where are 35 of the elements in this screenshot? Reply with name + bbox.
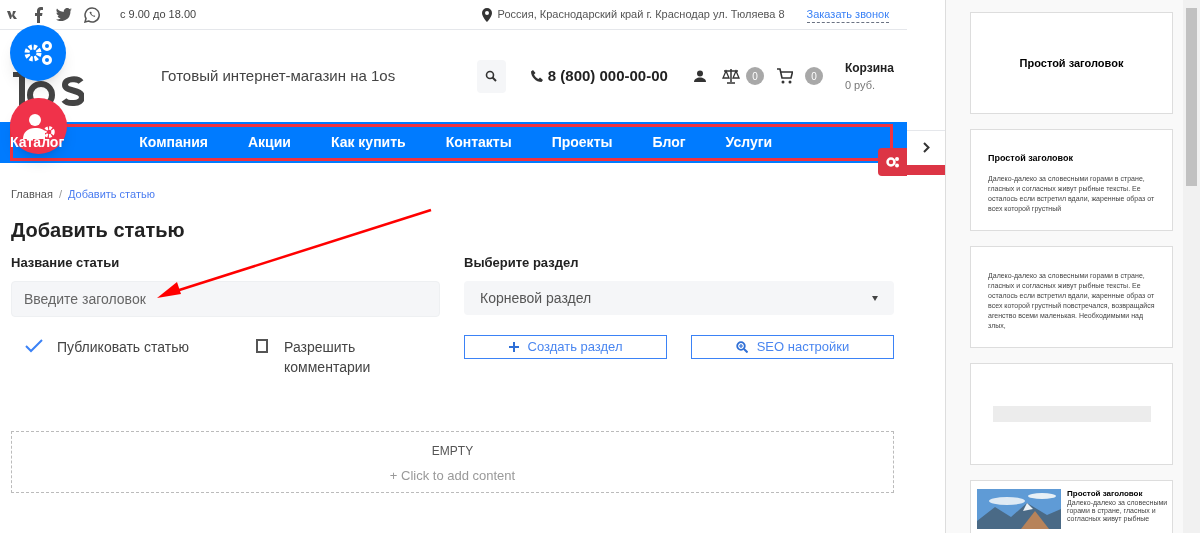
seo-settings-button[interactable]: SEO настройки (691, 335, 894, 359)
title-input-field[interactable]: Введите заголовок (11, 281, 440, 317)
cart-count-badge: 0 (804, 67, 823, 85)
card-heading: Простой заголовок (1067, 489, 1144, 499)
phone-number[interactable]: 8 (800) 000-00-00 (547, 64, 668, 88)
working-hours: с 9.00 до 18.00 (120, 7, 197, 23)
card-heading: Простой заголовок (988, 152, 1074, 165)
create-section-button[interactable]: Создать раздел (464, 335, 667, 359)
field-label: Название статьи (11, 254, 121, 272)
nav-link[interactable]: Проекты (551, 132, 613, 153)
tagline: Готовый интернет-магазин на 1os (161, 65, 396, 86)
empty-label: EMPTY (431, 443, 474, 460)
nav-link[interactable]: Акции (248, 132, 291, 153)
nav-link[interactable]: Блог (652, 132, 686, 153)
empty-content-area[interactable]: EMPTY + Click to add content (11, 431, 894, 493)
field-label: Выберите раздел (464, 254, 580, 272)
callback-link[interactable]: Заказать звонок (806, 5, 889, 24)
nav-link[interactable]: Услуги (725, 132, 773, 153)
section-dropdown[interactable]: Корневой раздел (464, 281, 894, 315)
card-heading: Простой заголовок (1019, 55, 1124, 71)
nav-link[interactable]: Контакты (445, 132, 512, 153)
nav-link[interactable]: Как купить (330, 132, 406, 153)
breadcrumb-link[interactable]: Главная (11, 185, 53, 203)
block-template-card[interactable]: Простой заголовок (970, 12, 1173, 114)
checkbox-label[interactable]: Разрешить комментарии (284, 337, 414, 377)
checkbox-label[interactable]: Публиковать статью (57, 337, 189, 357)
breadcrumb-separator: / (58, 186, 62, 202)
add-content-hint[interactable]: + Click to add content (389, 466, 516, 486)
cart-total: 0 руб. (844, 77, 877, 93)
breadcrumb-link[interactable]: Добавить статью (67, 185, 155, 203)
compare-count-badge: 0 (745, 67, 764, 85)
page-title: Добавить статью (11, 218, 186, 241)
address-text: Россия, Краснодарский край г. Краснодар ул. Тюляева 8 (497, 7, 785, 23)
nav-link[interactable]: Компания (139, 132, 208, 153)
cart-label[interactable]: Корзина (844, 58, 894, 77)
